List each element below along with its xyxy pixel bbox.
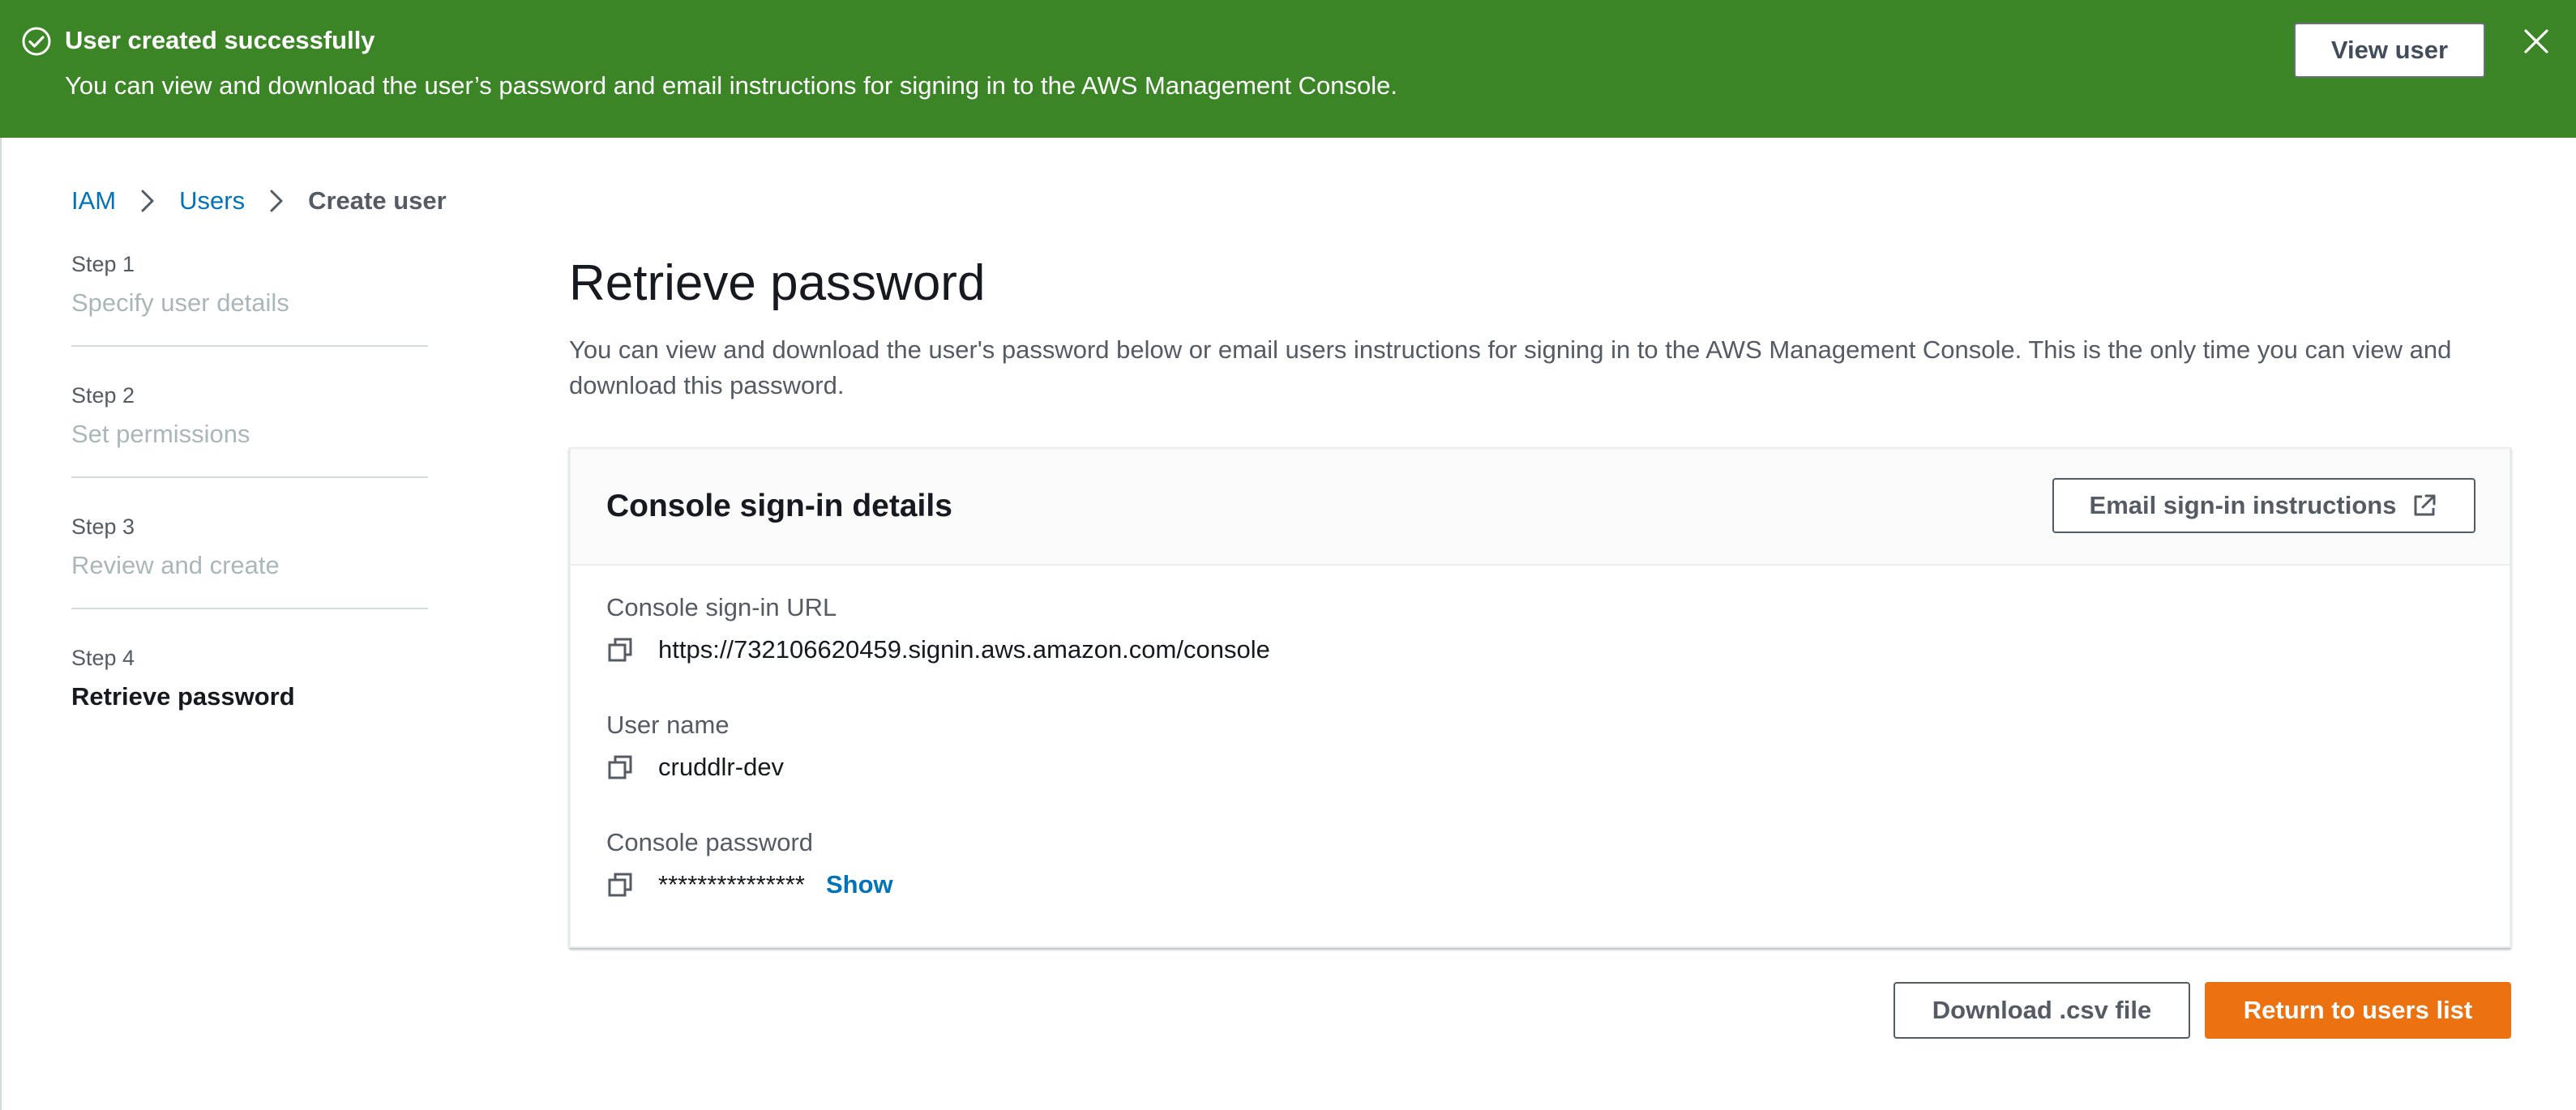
user-name-field: User name cruddlr-dev bbox=[606, 709, 784, 783]
success-flash-banner: User created successfully You can view a… bbox=[0, 0, 2576, 138]
email-sign-in-instructions-button[interactable]: Email sign-in instructions bbox=[2052, 478, 2475, 533]
step-divider bbox=[71, 476, 428, 478]
flash-message: You can view and download the user’s pas… bbox=[65, 71, 1397, 100]
console-password-field: Console password *************** Show bbox=[606, 826, 893, 901]
email-button-label: Email sign-in instructions bbox=[2089, 491, 2397, 519]
wizard-step-2: Step 2 Set permissions bbox=[71, 381, 428, 452]
copy-icon[interactable] bbox=[606, 754, 634, 781]
step-divider bbox=[71, 345, 428, 347]
flash-title: User created successfully bbox=[65, 26, 375, 54]
panel-header: Console sign-in details Email sign-in in… bbox=[571, 449, 2510, 566]
step-label-active: Retrieve password bbox=[71, 682, 295, 711]
close-icon[interactable] bbox=[2521, 26, 2552, 57]
breadcrumb-iam-link[interactable]: IAM bbox=[71, 186, 116, 216]
external-link-icon bbox=[2414, 494, 2436, 516]
breadcrumb: IAM Users Create user bbox=[71, 183, 447, 219]
page-frame-border bbox=[0, 138, 2, 1110]
panel-title: Console sign-in details bbox=[606, 489, 952, 523]
step-label: Review and create bbox=[71, 551, 280, 579]
check-circle-icon bbox=[22, 27, 51, 56]
sign-in-url-value: https://732106620459.signin.aws.amazon.c… bbox=[658, 635, 1270, 664]
breadcrumb-current: Create user bbox=[308, 186, 447, 215]
page-description: You can view and download the user's pas… bbox=[569, 335, 2452, 399]
field-label: User name bbox=[606, 711, 730, 739]
show-password-link[interactable]: Show bbox=[826, 870, 893, 899]
download-csv-button[interactable]: Download .csv file bbox=[1893, 982, 2190, 1039]
step-divider bbox=[71, 608, 428, 609]
step-number: Step 1 bbox=[71, 252, 135, 276]
user-name-value: cruddlr-dev bbox=[658, 753, 785, 781]
chevron-right-icon bbox=[270, 190, 283, 212]
return-to-users-list-button[interactable]: Return to users list bbox=[2205, 982, 2511, 1039]
field-label: Console sign-in URL bbox=[606, 593, 837, 621]
password-masked-value: *************** bbox=[658, 870, 805, 899]
copy-icon[interactable] bbox=[606, 636, 634, 664]
step-label: Set permissions bbox=[71, 420, 250, 448]
view-user-button[interactable]: View user bbox=[2294, 23, 2485, 78]
wizard-step-1: Step 1 Specify user details bbox=[71, 250, 428, 321]
copy-icon[interactable] bbox=[606, 871, 634, 899]
wizard-steps-nav: Step 1 Specify user details Step 2 Set p… bbox=[71, 250, 428, 715]
step-label: Specify user details bbox=[71, 288, 289, 317]
field-label: Console password bbox=[606, 828, 814, 856]
step-number: Step 4 bbox=[71, 646, 135, 670]
chevron-right-icon bbox=[141, 190, 154, 212]
sign-in-details-panel: Console sign-in details Email sign-in in… bbox=[569, 447, 2511, 948]
wizard-step-4: Step 4 Retrieve password bbox=[71, 643, 428, 715]
step-number: Step 3 bbox=[71, 514, 135, 539]
wizard-step-3: Step 3 Review and create bbox=[71, 512, 428, 583]
step-number: Step 2 bbox=[71, 383, 135, 408]
page-title: Retrieve password bbox=[569, 255, 986, 311]
sign-in-url-field: Console sign-in URL https://732106620459… bbox=[606, 591, 1270, 666]
breadcrumb-users-link[interactable]: Users bbox=[179, 186, 245, 216]
